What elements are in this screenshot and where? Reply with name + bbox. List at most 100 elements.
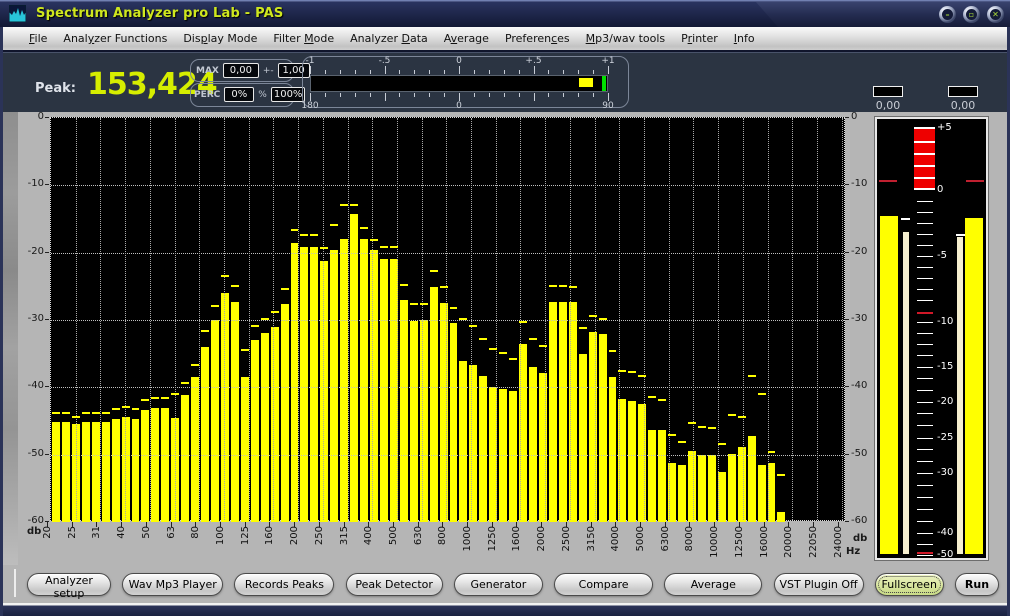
balance-scale-label: +1 xyxy=(601,56,614,66)
spectrum-bar xyxy=(151,408,159,522)
menu-item-filter-mode[interactable]: Filter Mode xyxy=(265,30,342,47)
grid-line-v xyxy=(397,118,398,520)
perc-value-field[interactable]: 0% xyxy=(224,87,254,102)
records-peaks-button[interactable]: Records Peaks xyxy=(234,573,334,596)
spectrum-bar xyxy=(370,250,378,522)
freq-axis-label: 200 xyxy=(289,526,300,545)
grid-line-h xyxy=(51,320,844,321)
vu-left-clip-indicator xyxy=(879,180,897,182)
peak-hold-marker xyxy=(320,247,328,249)
peak-hold-marker xyxy=(420,303,428,305)
vu-red-bar-segment-line xyxy=(914,177,935,179)
menu-item-analyzer-data[interactable]: Analyzer Data xyxy=(342,30,436,47)
max-value-field[interactable]: 0,00 xyxy=(223,63,259,78)
header-panel: Peak: 153,424 MAX 0,00 +- 1,00 PERC 0% %… xyxy=(3,52,1007,112)
minimize-icon: – xyxy=(942,9,953,20)
menu-item-display-mode[interactable]: Display Mode xyxy=(175,30,265,47)
grid-line-v xyxy=(619,118,620,520)
vu-right-clip-indicator xyxy=(966,180,984,182)
vu-minor-tick xyxy=(917,413,933,414)
grid-line-v xyxy=(669,118,670,520)
balance-tick-bottom xyxy=(385,93,386,101)
vu-scale-label: -40 xyxy=(937,527,953,538)
grid-line-v xyxy=(273,118,274,520)
peak-hold-marker xyxy=(549,285,557,287)
freq-axis-label: 2500 xyxy=(561,526,572,551)
peak-hold-marker xyxy=(479,338,487,340)
freq-axis-label: 10000 xyxy=(709,526,720,558)
freq-axis-label: 250 xyxy=(314,526,325,545)
max-label: MAX xyxy=(196,66,219,76)
vu-red-tick xyxy=(917,552,933,554)
wav-mp3-player-button[interactable]: Wav Mp3 Player xyxy=(122,573,223,596)
peak-hold-marker xyxy=(539,345,547,347)
balance-tick-top xyxy=(578,70,579,74)
spectrum-bar xyxy=(738,447,746,522)
generator-button[interactable]: Generator xyxy=(454,573,543,596)
maximize-button[interactable]: ▫ xyxy=(963,6,980,23)
spectrum-bar xyxy=(181,395,189,522)
vu-minor-tick xyxy=(917,245,933,246)
grid-line-v xyxy=(595,118,596,520)
vu-minor-tick xyxy=(917,485,933,486)
menu-item-printer[interactable]: Printer xyxy=(673,30,726,47)
menu-item-analyzer-functions[interactable]: Analyzer Functions xyxy=(55,30,175,47)
menu-item-mp3-wav-tools[interactable]: Mp3/wav tools xyxy=(578,30,674,47)
peak-hold-marker xyxy=(380,246,388,248)
peak-hold-marker xyxy=(569,286,577,288)
peak-hold-marker xyxy=(777,474,785,476)
vu-meter-panel: +50-5-10-15-20-25-30-40-50 xyxy=(875,117,988,560)
balance-scale-label-bottom: 0 xyxy=(456,101,462,111)
peak-hold-marker xyxy=(231,285,239,287)
analyzer-setup-button[interactable]: Analyzer setup xyxy=(27,573,111,596)
minimize-button[interactable]: – xyxy=(939,6,956,23)
vu-minor-tick xyxy=(917,223,933,224)
run-button[interactable]: Run xyxy=(955,573,999,596)
compare-button[interactable]: Compare xyxy=(554,573,653,596)
vu-scale-label: +5 xyxy=(937,122,952,133)
spectrum-bar xyxy=(360,239,368,522)
balance-tick-bottom xyxy=(310,93,311,101)
db-axis-label-right: -50 xyxy=(851,448,881,459)
peak-hold-marker xyxy=(499,352,507,354)
grid-line-h xyxy=(51,185,844,186)
peak-hold-marker xyxy=(132,408,140,410)
close-icon: ✕ xyxy=(990,9,1001,20)
balance-scale-label: -.5 xyxy=(379,56,391,66)
spectrum-bar xyxy=(609,377,617,522)
balance-tick-top xyxy=(325,70,326,74)
menu-item-preferences[interactable]: Preferences xyxy=(497,30,578,47)
grid-line-v xyxy=(496,118,497,520)
spectrum-bar xyxy=(310,247,318,522)
spectrum-bar xyxy=(648,430,656,522)
spectrum-bar xyxy=(628,401,636,522)
vu-scale-tick xyxy=(917,555,933,556)
average-button[interactable]: Average xyxy=(664,573,762,596)
spectrum-bar xyxy=(191,377,199,522)
peak-detector-button[interactable]: Peak Detector xyxy=(346,573,443,596)
menu-item-file[interactable]: File xyxy=(21,30,55,47)
balance-tick-bottom xyxy=(534,93,535,101)
grid-line-v xyxy=(570,118,571,520)
peak-hold-marker xyxy=(141,399,149,401)
fullscreen-button[interactable]: Fullscreen xyxy=(875,573,944,596)
grid-line-v xyxy=(471,118,472,520)
perc-limit-field[interactable]: 100% xyxy=(271,87,305,102)
vu-minor-tick xyxy=(917,461,933,462)
peak-hold-marker xyxy=(350,204,358,206)
vu-minor-tick xyxy=(917,267,933,268)
balance-scale-label: +.5 xyxy=(525,56,541,66)
balance-tick-bottom xyxy=(355,93,356,97)
spectrum-bar xyxy=(330,250,338,522)
menu-item-average[interactable]: Average xyxy=(436,30,497,47)
vu-scale-tick xyxy=(917,256,933,257)
peak-hold-marker xyxy=(579,327,587,329)
freq-axis-label: 80 xyxy=(190,526,201,539)
menu-item-info[interactable]: Info xyxy=(726,30,763,47)
peak-hold-marker xyxy=(738,416,746,418)
vst-plugin-off-button[interactable]: VST Plugin Off xyxy=(774,573,864,596)
close-button[interactable]: ✕ xyxy=(987,6,1004,23)
peak-hold-marker xyxy=(122,406,130,408)
peak-hold-marker xyxy=(181,382,189,384)
grid-line-v xyxy=(743,118,744,520)
